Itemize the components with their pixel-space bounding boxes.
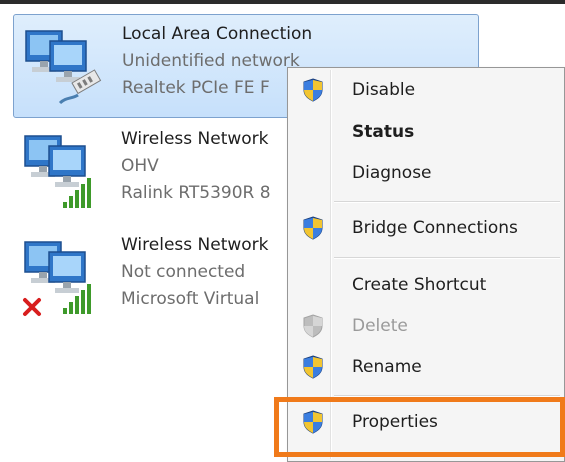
menu-item-label: Delete <box>352 316 408 336</box>
connection-adapter: Microsoft Virtual <box>121 289 260 309</box>
window-top-border <box>0 0 565 4</box>
connection-status: OHV <box>121 156 159 176</box>
context-menu: Disable Status Diagnose Bridge Connectio… <box>287 67 565 462</box>
menu-item-label: Create Shortcut <box>352 275 487 295</box>
menu-item-delete[interactable]: Delete <box>290 307 562 345</box>
connection-adapter: Realtek PCIe FE F <box>122 78 270 98</box>
menu-item-label: Rename <box>352 357 422 377</box>
wireless-network-adapter-icon <box>24 135 91 208</box>
connection-name: Wireless Network <box>121 129 269 149</box>
menu-separator <box>334 395 560 397</box>
menu-item-bridge-connections[interactable]: Bridge Connections <box>290 209 562 247</box>
connection-status: Unidentified network <box>122 51 300 71</box>
menu-item-label: Properties <box>352 412 438 432</box>
uac-shield-icon <box>303 78 323 102</box>
connection-name: Local Area Connection <box>122 24 313 44</box>
menu-separator <box>334 201 560 203</box>
menu-item-label: Disable <box>352 80 416 100</box>
menu-item-label: Diagnose <box>352 163 432 183</box>
menu-item-properties[interactable]: Properties <box>290 403 562 441</box>
menu-item-label: Status <box>352 122 415 142</box>
menu-item-create-shortcut[interactable]: Create Shortcut <box>290 266 562 304</box>
uac-shield-icon <box>303 355 323 379</box>
menu-item-label: Bridge Connections <box>352 218 518 238</box>
connection-name: Wireless Network <box>121 235 269 255</box>
menu-item-status[interactable]: Status <box>290 113 562 151</box>
connection-adapter: Ralink RT5390R 8 <box>121 183 271 203</box>
uac-shield-icon <box>303 216 323 240</box>
wireless-network-disconnected-icon <box>23 241 91 316</box>
uac-shield-icon <box>303 410 323 434</box>
menu-item-disable[interactable]: Disable <box>290 71 562 109</box>
menu-item-diagnose[interactable]: Diagnose <box>290 154 562 192</box>
wired-network-adapter-icon <box>25 30 102 105</box>
menu-separator <box>334 257 560 259</box>
connection-status: Not connected <box>121 262 246 282</box>
menu-item-rename[interactable]: Rename <box>290 348 562 386</box>
uac-shield-icon <box>303 314 323 338</box>
